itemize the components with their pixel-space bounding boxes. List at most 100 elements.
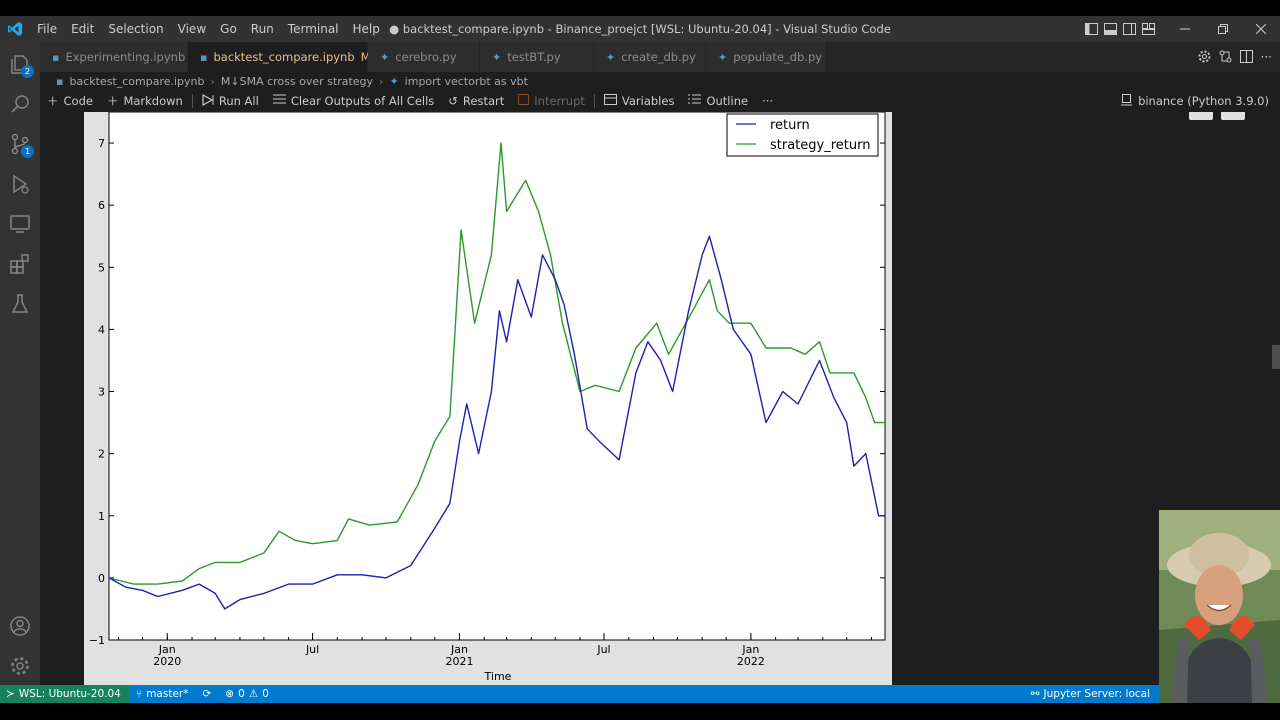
close-window-icon[interactable]: [1242, 16, 1280, 42]
menu-file[interactable]: File: [30, 16, 64, 42]
video-letterbox-bottom: [0, 703, 1280, 720]
tab-experimenting[interactable]: ▪ Experimenting.ipynb ●: [40, 42, 207, 72]
search-icon[interactable]: [8, 92, 32, 116]
more-actions-icon[interactable]: ···: [1261, 50, 1272, 64]
settings-gear-icon[interactable]: [8, 654, 32, 678]
toolbar-divider: [593, 94, 595, 108]
split-editor-icon[interactable]: [1239, 48, 1253, 67]
python-icon: ✦: [380, 50, 390, 64]
restart-label: Restart: [462, 94, 505, 108]
stop-icon: [518, 94, 530, 108]
tab-testbt[interactable]: ✦ testBT.py: [480, 42, 594, 72]
y-tick-label: 1: [98, 510, 105, 523]
cell-output: −1 0 1 2 3 4 5 6 7 Jan 2020 Jul Jan 2021 Jul Jan 2022 re…: [84, 111, 892, 685]
warning-count: 0: [262, 688, 269, 700]
notebook-icon: ▪: [52, 50, 60, 64]
jupyter-server-label: Jupyter Server: local: [1043, 688, 1150, 700]
restore-icon[interactable]: [1204, 16, 1242, 42]
title-bar: File Edit Selection View Go Run Terminal…: [0, 16, 1280, 42]
explorer-icon[interactable]: 2: [8, 52, 34, 78]
accounts-icon[interactable]: [8, 614, 32, 638]
outline-button[interactable]: Outline: [681, 90, 755, 112]
notebook-icon: ▪: [200, 50, 208, 64]
add-markdown-label: Markdown: [123, 94, 183, 108]
run-debug-icon[interactable]: [8, 172, 32, 196]
plus-icon: ＋: [106, 94, 119, 108]
menu-edit[interactable]: Edit: [64, 16, 101, 42]
explorer-badge: 2: [21, 65, 34, 78]
y-tick-label: 5: [98, 261, 105, 274]
remote-indicator[interactable]: ≻ WSL: Ubuntu-20.04: [0, 685, 129, 703]
toggle-primary-sidebar-icon[interactable]: [1082, 16, 1101, 42]
clear-outputs-button[interactable]: Clear Outputs of All Cells: [266, 90, 441, 112]
notebook-settings-gear-icon[interactable]: [1198, 48, 1211, 67]
sync-button[interactable]: ⟳: [195, 688, 218, 700]
activity-bar: 2 1: [0, 42, 40, 685]
scrollbar-thumb[interactable]: [1272, 345, 1280, 369]
interrupt-kernel-button[interactable]: Interrupt: [511, 90, 592, 112]
source-control-icon[interactable]: 1: [8, 132, 34, 158]
legend-strategy-label: strategy_return: [770, 138, 870, 153]
toggle-panel-icon[interactable]: [1101, 16, 1120, 42]
breadcrumb-code-cell[interactable]: import vectorbt as vbt: [405, 75, 528, 88]
breadcrumb-markdown-cell[interactable]: M↓SMA cross over strategy: [221, 75, 373, 88]
branch-label: master*: [146, 688, 189, 700]
tab-backtest-compare[interactable]: ▪ backtest_compare.ipynb M ●: [188, 42, 392, 72]
extensions-icon[interactable]: [8, 252, 32, 276]
vscode-logo-icon: [0, 16, 30, 42]
clear-outputs-label: Clear Outputs of All Cells: [290, 94, 435, 108]
tab-cerebro[interactable]: ✦ cerebro.py: [368, 42, 480, 72]
tab-populate-db[interactable]: ✦ populate_db.py: [706, 42, 826, 72]
testing-icon[interactable]: [8, 292, 32, 316]
x-tick-label: Jul: [305, 643, 319, 656]
variables-icon: [603, 94, 617, 108]
menu-bar: File Edit Selection View Go Run Terminal…: [30, 16, 387, 42]
chart-legend: return strategy_return: [726, 113, 879, 157]
variables-label: Variables: [621, 94, 675, 108]
sync-icon: ⟳: [202, 688, 212, 700]
menu-view[interactable]: View: [171, 16, 213, 42]
menu-selection[interactable]: Selection: [101, 16, 170, 42]
run-all-button[interactable]: Run All: [195, 90, 266, 112]
error-icon: ⊗: [225, 688, 235, 700]
restart-kernel-button[interactable]: ↺ Restart: [441, 90, 511, 112]
kernel-label: binance (Python 3.9.0): [1138, 94, 1269, 108]
source-control-badge: 1: [21, 145, 34, 158]
menu-run[interactable]: Run: [244, 16, 281, 42]
interrupt-label: Interrupt: [534, 94, 585, 108]
error-count: 0: [238, 688, 245, 700]
add-code-cell-button[interactable]: ＋ Code: [40, 90, 100, 112]
open-changes-icon[interactable]: [1219, 48, 1232, 67]
menu-go[interactable]: Go: [213, 16, 244, 42]
minimize-icon[interactable]: [1166, 16, 1204, 42]
tab-label: testBT.py: [507, 50, 561, 64]
menu-terminal[interactable]: Terminal: [281, 16, 346, 42]
video-letterbox-top: [0, 0, 1280, 16]
remote-explorer-icon[interactable]: [8, 212, 32, 236]
menu-help[interactable]: Help: [346, 16, 387, 42]
notebook-icon: ▪: [56, 74, 64, 88]
kernel-picker[interactable]: binance (Python 3.9.0): [1121, 90, 1269, 112]
problems-indicator[interactable]: ⊗ 0 ⚠ 0: [218, 688, 276, 700]
variables-button[interactable]: Variables: [597, 90, 682, 112]
x-tick-year-label: 2020: [153, 655, 181, 668]
customize-layout-icon[interactable]: [1139, 16, 1158, 42]
output-action-icon[interactable]: [1189, 112, 1213, 120]
tab-label: cerebro.py: [395, 50, 457, 64]
toolbar-more-button[interactable]: ···: [755, 90, 780, 112]
toggle-secondary-sidebar-icon[interactable]: [1120, 16, 1139, 42]
x-tick-label: Jul: [596, 643, 610, 656]
chevron-right-icon: ›: [379, 74, 384, 88]
jupyter-server-indicator[interactable]: ⚯ Jupyter Server: local: [1031, 685, 1150, 703]
legend-return-label: return: [770, 118, 810, 133]
breadcrumb-file[interactable]: backtest_compare.ipynb: [69, 75, 204, 88]
tab-create-db[interactable]: ✦ create_db.py: [594, 42, 706, 72]
output-action-icon[interactable]: [1221, 112, 1245, 120]
notebook-editor: −1 0 1 2 3 4 5 6 7 Jan 2020 Jul Jan 2021 Jul Jan 2022 re…: [40, 111, 1280, 685]
add-markdown-cell-button[interactable]: ＋ Markdown: [100, 90, 190, 112]
warning-icon: ⚠: [248, 688, 259, 700]
x-axis-label: Time: [484, 670, 512, 683]
branch-indicator[interactable]: ⑂ master*: [129, 688, 196, 700]
status-bar: ≻ WSL: Ubuntu-20.04 ⑂ master* ⟳ ⊗ 0 ⚠ 0 …: [0, 685, 1280, 703]
git-branch-icon: ⑂: [135, 688, 143, 700]
